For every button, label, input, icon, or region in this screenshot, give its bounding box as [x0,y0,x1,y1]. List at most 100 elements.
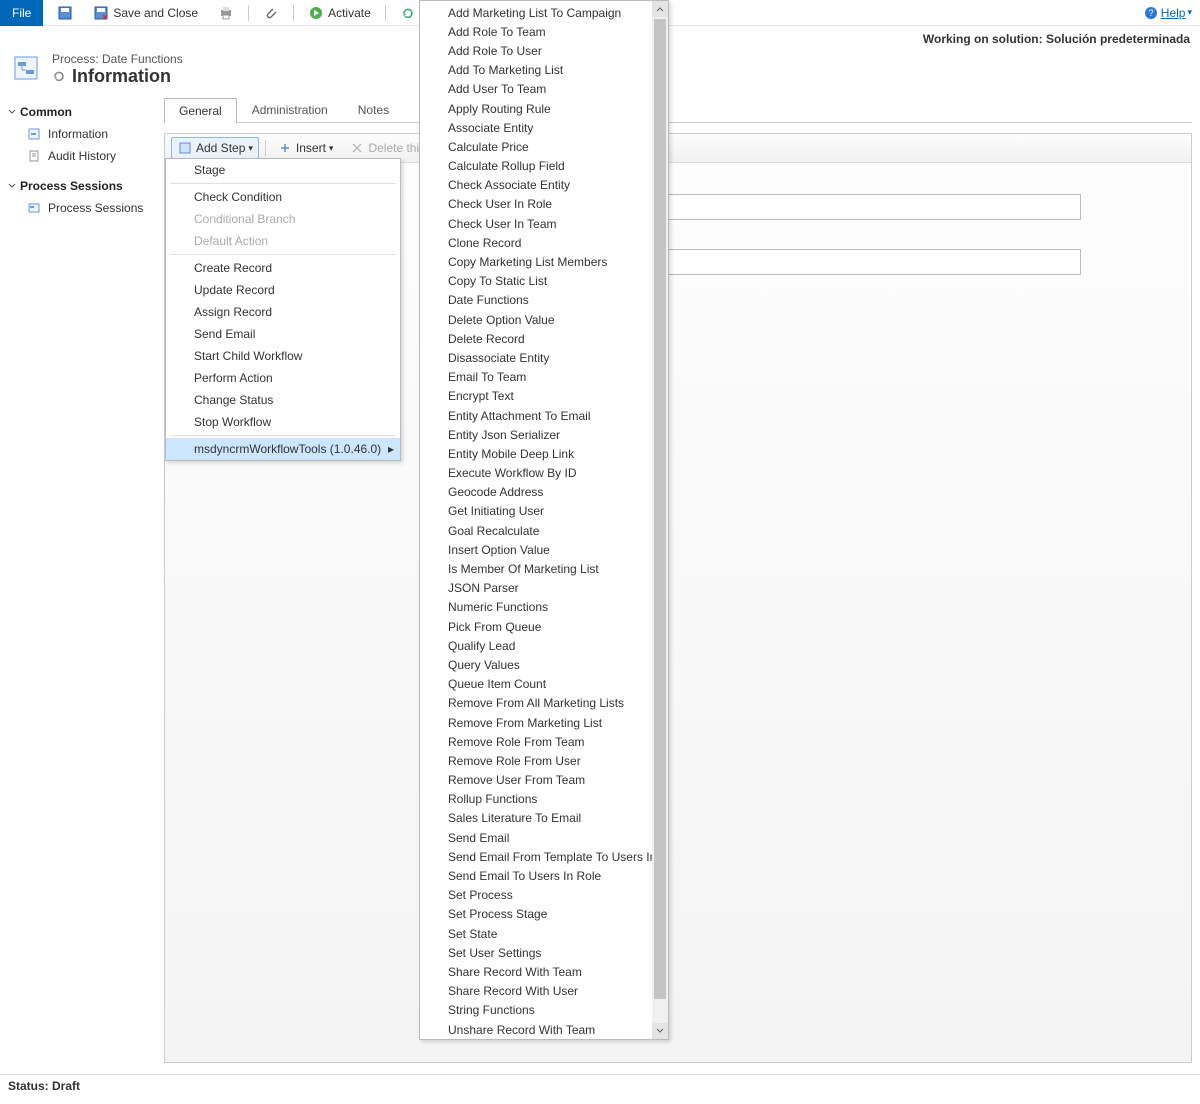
submenu-item[interactable]: Entity Json Serializer [430,425,652,444]
file-button[interactable]: File [0,0,43,26]
submenu-item[interactable]: Query Values [430,655,652,674]
add-step-button[interactable]: Add Step ▾ [171,137,259,159]
insert-button[interactable]: Insert ▾ [272,138,339,158]
submenu-item[interactable]: Unshare Record With Team [430,1020,652,1039]
chevron-down-icon: ▾ [329,143,334,154]
save-close-button[interactable]: Save and Close [87,3,204,23]
submenu-item[interactable]: Geocode Address [430,483,652,502]
form-input[interactable] [655,249,1081,275]
submenu-item[interactable]: Check Associate Entity [430,176,652,195]
menu-item[interactable]: Perform Action [166,367,400,389]
submenu-item[interactable]: Email To Team [430,368,652,387]
menu-item[interactable]: Assign Record [166,301,400,323]
tab-general[interactable]: General [164,98,237,123]
submenu-item[interactable]: Calculate Price [430,137,652,156]
submenu-item[interactable]: Remove Role From Team [430,732,652,751]
submenu-item[interactable]: Remove From All Marketing Lists [430,694,652,713]
menu-item[interactable]: Create Record [166,257,400,279]
sidebar-group-label: Process Sessions [20,179,123,193]
submenu-item[interactable]: Set Process [430,886,652,905]
tab-administration[interactable]: Administration [237,97,343,122]
submenu-item[interactable]: Goal Recalculate [430,521,652,540]
submenu-item[interactable]: Send Email [430,828,652,847]
submenu-item[interactable]: Remove User From Team [430,771,652,790]
submenu-item[interactable]: Apply Routing Rule [430,99,652,118]
sidebar-item-audit-history[interactable]: Audit History [8,145,152,167]
save-button[interactable] [51,3,79,23]
submenu-item[interactable]: Share Record With User [430,982,652,1001]
submenu-item[interactable]: Get Initiating User [430,502,652,521]
submenu-item[interactable]: Share Record With Team [430,962,652,981]
submenu-item[interactable]: Delete Option Value [430,310,652,329]
submenu-item[interactable]: Execute Workflow By ID [430,464,652,483]
menu-item[interactable]: Update Record [166,279,400,301]
submenu-item[interactable]: Entity Attachment To Email [430,406,652,425]
submenu-item[interactable]: Unshare Record With User [430,1039,652,1040]
submenu-item[interactable]: Remove From Marketing List [430,713,652,732]
submenu-item[interactable]: Pick From Queue [430,617,652,636]
submenu-item[interactable]: String Functions [430,1001,652,1020]
menu-item[interactable]: Start Child Workflow [166,345,400,367]
submenu-item[interactable]: Copy Marketing List Members [430,252,652,271]
submenu-item[interactable]: Calculate Rollup Field [430,157,652,176]
caret-down-icon [8,108,16,116]
form-input[interactable] [655,194,1081,220]
submenu-item[interactable]: Queue Item Count [430,675,652,694]
submenu-item[interactable]: Copy To Static List [430,272,652,291]
submenu-item[interactable]: Entity Mobile Deep Link [430,444,652,463]
submenu-item[interactable]: Disassociate Entity [430,348,652,367]
submenu-item[interactable]: Add Role To Team [430,22,652,41]
submenu-item[interactable]: Clone Record [430,233,652,252]
scrollbar-thumb[interactable] [654,19,666,999]
submenu-item[interactable]: Send Email To Users In Role [430,866,652,885]
tab-notes[interactable]: Notes [343,97,404,122]
sidebar-group-process-sessions[interactable]: Process Sessions [8,175,152,197]
chevron-down-icon: ▾ [1187,7,1192,18]
attach-button[interactable] [257,3,285,23]
submenu-item[interactable]: Remove Role From User [430,751,652,770]
help-label: Help [1161,6,1186,20]
sidebar-group-common[interactable]: Common [8,101,152,123]
activate-label: Activate [328,6,371,20]
submenu-item[interactable]: Add Marketing List To Campaign [430,3,652,22]
add-step-label: Add Step [196,141,245,155]
scroll-up-button[interactable] [652,1,668,17]
menu-item[interactable]: msdyncrmWorkflowTools (1.0.46.0)▸ [166,438,400,460]
save-close-icon [93,5,109,21]
sidebar-item-process-sessions[interactable]: Process Sessions [8,197,152,219]
activate-button[interactable]: Activate [302,3,377,23]
submenu-item[interactable]: Numeric Functions [430,598,652,617]
submenu-item[interactable]: Send Email From Template To Users In Rol… [430,847,652,866]
submenu-item[interactable]: Add To Marketing List [430,61,652,80]
sessions-icon [26,200,42,216]
submenu-item[interactable]: Is Member Of Marketing List [430,559,652,578]
submenu-item[interactable]: Add Role To User [430,41,652,60]
sidebar-item-information[interactable]: Information [8,123,152,145]
scroll-down-button[interactable] [652,1023,668,1039]
submenu-item[interactable]: Set State [430,924,652,943]
submenu-item[interactable]: Sales Literature To Email [430,809,652,828]
menu-item[interactable]: Check Condition [166,186,400,208]
submenu-item[interactable]: Rollup Functions [430,790,652,809]
submenu-item[interactable]: Delete Record [430,329,652,348]
submenu-item[interactable]: Qualify Lead [430,636,652,655]
submenu-item[interactable]: Set User Settings [430,943,652,962]
print-button[interactable] [212,3,240,23]
submenu-item[interactable]: Insert Option Value [430,540,652,559]
menu-item[interactable]: Stage [166,159,400,181]
page-title: Information [72,66,171,87]
submenu-item[interactable]: Check User In Role [430,195,652,214]
designer-panel: Add Step ▾ Insert ▾ Delete this step. [164,133,1192,1063]
submenu-item[interactable]: Associate Entity [430,118,652,137]
submenu-item[interactable]: Set Process Stage [430,905,652,924]
menu-item[interactable]: Stop Workflow [166,411,400,433]
menu-item[interactable]: Send Email [166,323,400,345]
submenu-item[interactable]: Encrypt Text [430,387,652,406]
help-link[interactable]: ? Help ▾ [1143,5,1192,21]
submenu-item[interactable]: JSON Parser [430,579,652,598]
submenu-item[interactable]: Date Functions [430,291,652,310]
submenu-item[interactable]: Add User To Team [430,80,652,99]
submenu-item[interactable]: Check User In Team [430,214,652,233]
menu-item[interactable]: Change Status [166,389,400,411]
scrollbar[interactable] [652,1,668,1039]
